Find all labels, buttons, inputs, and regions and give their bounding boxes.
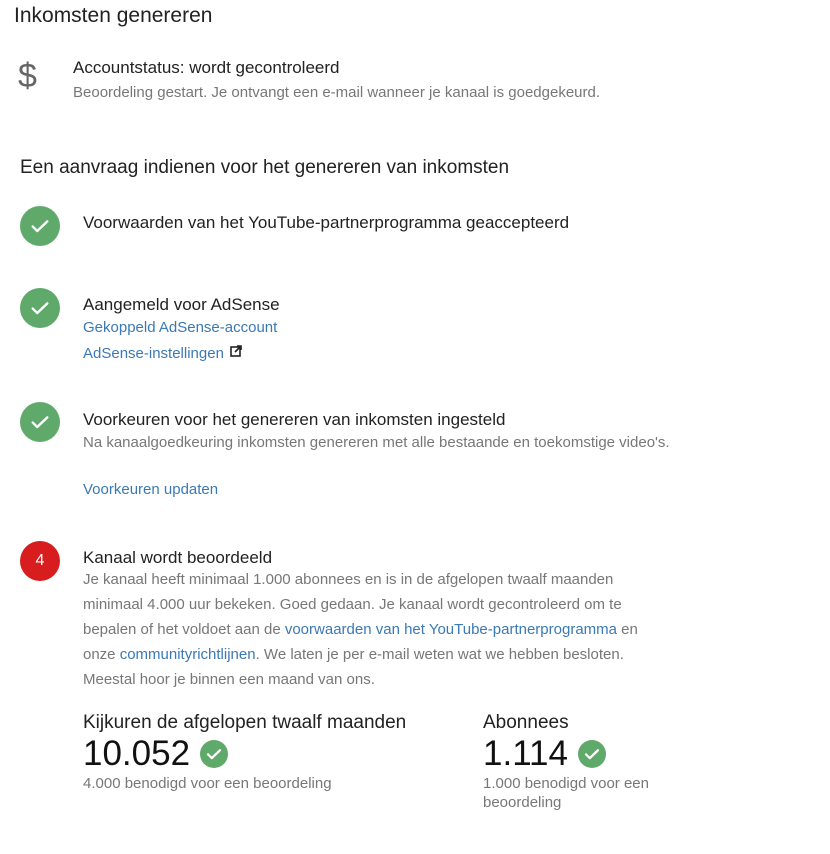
subscribers-value: 1.114 xyxy=(483,734,568,773)
watch-hours-note: 4.000 benodigd voor een beoordeling xyxy=(83,775,332,792)
section-title: Een aanvraag indienen voor het genereren… xyxy=(20,157,510,178)
watch-hours-value-row: 10.052 xyxy=(83,734,406,774)
step-preferences-title: Voorkeuren voor het genereren van inkoms… xyxy=(83,410,506,429)
subscribers-value-row: 1.114 xyxy=(483,734,683,774)
step-review-description: Je kanaal heeft minimaal 1.000 abonnees … xyxy=(83,567,668,692)
subscribers-metric: Abonnees 1.114 1.000 benodigd voor een b… xyxy=(483,712,683,812)
step-adsense-title: Aangemeld voor AdSense xyxy=(83,295,280,314)
step-review-title: Kanaal wordt beoordeeld xyxy=(83,548,273,567)
account-status-title: Accountstatus: wordt gecontroleerd xyxy=(73,58,340,77)
check-icon xyxy=(20,288,60,328)
update-preferences-link[interactable]: Voorkeuren updaten xyxy=(83,481,218,498)
step-preferences-description: Na kanaalgoedkeuring inkomsten genereren… xyxy=(83,434,670,451)
account-status-subtitle: Beoordeling gestart. Je ontvangt een e-m… xyxy=(73,84,601,101)
ypp-terms-link[interactable]: voorwaarden van het YouTube-partnerprogr… xyxy=(285,621,617,638)
adsense-settings-link[interactable]: AdSense-instellingen xyxy=(83,345,224,362)
page-title: Inkomsten genereren xyxy=(14,4,213,27)
check-icon xyxy=(578,740,606,768)
watch-hours-metric: Kijkuren de afgelopen twaalf maanden 10.… xyxy=(83,712,406,793)
check-icon xyxy=(20,402,60,442)
watch-hours-label: Kijkuren de afgelopen twaalf maanden xyxy=(83,712,407,733)
external-link-icon xyxy=(230,344,242,362)
subscribers-note: 1.000 benodigd voor een beoordeling xyxy=(483,775,649,811)
community-guidelines-link[interactable]: communityrichtlijnen xyxy=(120,646,256,663)
dollar-icon: $ xyxy=(18,57,37,95)
linked-adsense-account-link[interactable]: Gekoppeld AdSense-account xyxy=(83,319,277,336)
watch-hours-value: 10.052 xyxy=(83,734,191,773)
check-icon xyxy=(20,206,60,246)
check-icon xyxy=(200,740,229,768)
subscribers-label: Abonnees xyxy=(483,712,569,733)
adsense-settings-link-wrap[interactable]: AdSense-instellingen xyxy=(83,344,242,362)
step-number-badge: 4 xyxy=(20,541,60,581)
step-ypp-title: Voorwaarden van het YouTube-partnerprogr… xyxy=(83,213,570,232)
